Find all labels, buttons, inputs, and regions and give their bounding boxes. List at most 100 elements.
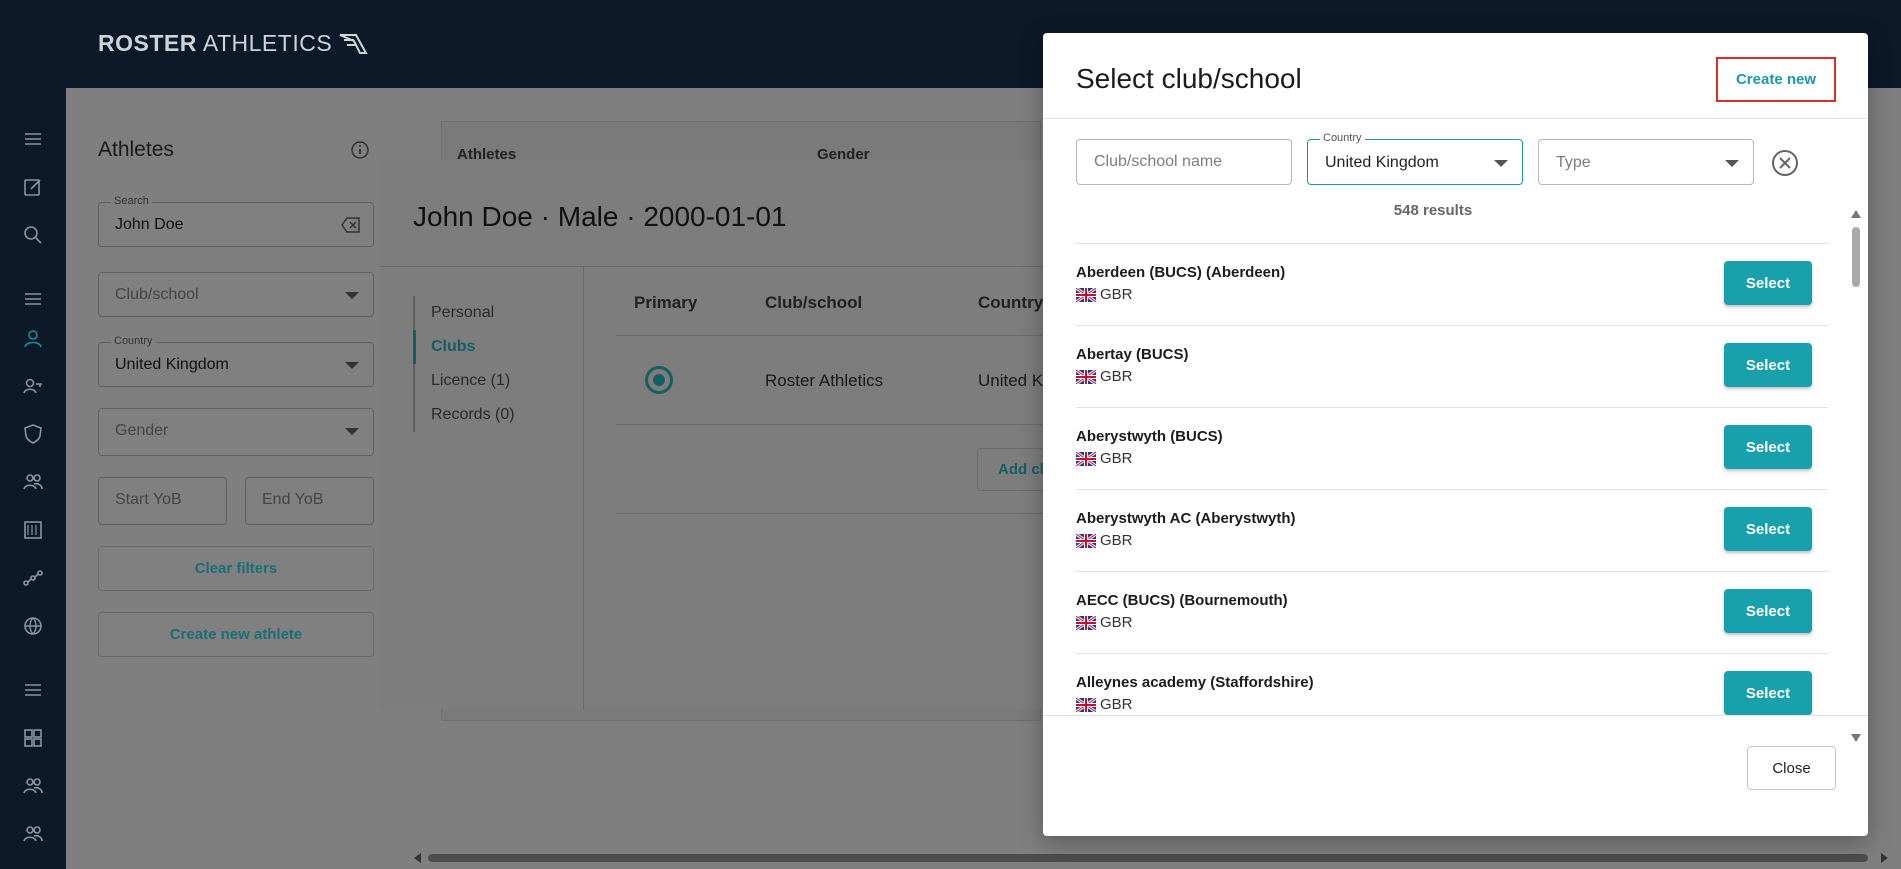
- list-item: Aberystwyth AC (Aberystwyth) GBR Select: [1076, 490, 1828, 572]
- athlete-dialog-header: John Doe · Male · 2000-01-01: [380, 160, 1080, 267]
- group-icon[interactable]: [22, 471, 44, 493]
- uk-flag-icon: [1076, 370, 1096, 384]
- select-button[interactable]: Select: [1724, 671, 1812, 715]
- menu-icon[interactable]: [22, 288, 44, 310]
- club-select[interactable]: Club/school: [98, 272, 374, 317]
- type-select[interactable]: Type: [1538, 139, 1754, 185]
- arrow-up-icon[interactable]: [1851, 210, 1861, 218]
- modal-title: Select club/school: [1076, 63, 1302, 94]
- arrow-right-icon[interactable]: [1881, 853, 1888, 863]
- country-code: GBR: [1100, 696, 1133, 713]
- country-select[interactable]: Country United Kingdom: [1307, 132, 1523, 185]
- divider: [616, 513, 1080, 514]
- country-select[interactable]: Country United Kingdom: [98, 335, 374, 387]
- uk-flag-icon: [1076, 288, 1096, 302]
- clear-filters-icon[interactable]: [1771, 149, 1799, 177]
- select-button[interactable]: Select: [1724, 425, 1812, 469]
- edit-icon[interactable]: [22, 176, 44, 198]
- country-cell: United Ki: [978, 371, 1047, 390]
- search-input[interactable]: Search John Doe: [98, 195, 374, 247]
- club-name: Aberdeen (BUCS) (Aberdeen): [1076, 264, 1286, 281]
- country-code: GBR: [1100, 450, 1133, 467]
- uk-flag-icon: [1076, 534, 1096, 548]
- calendar-icon[interactable]: [22, 519, 44, 541]
- uk-flag-icon: [1076, 452, 1096, 466]
- results-count: 548 results: [1393, 202, 1473, 219]
- list-item: AECC (BUCS) (Bournemouth) GBR Select: [1076, 572, 1828, 654]
- select-button[interactable]: Select: [1724, 343, 1812, 387]
- uk-flag-icon: [1076, 616, 1096, 630]
- club-name-field[interactable]: [1077, 140, 1291, 184]
- uk-flag-icon: [1076, 698, 1096, 712]
- close-button[interactable]: Close: [1747, 746, 1836, 790]
- create-new-button[interactable]: Create new: [1716, 57, 1836, 102]
- club-name: Aberystwyth (BUCS): [1076, 428, 1223, 445]
- info-icon[interactable]: [350, 140, 370, 160]
- primary-radio[interactable]: [645, 366, 673, 394]
- tab-personal[interactable]: Personal: [415, 296, 563, 330]
- divider: [1043, 715, 1868, 716]
- user-key-icon[interactable]: [22, 375, 44, 397]
- club-name: Aberystwyth AC (Aberystwyth): [1076, 510, 1296, 527]
- club-name-input[interactable]: [1076, 139, 1292, 185]
- end-yob-input[interactable]: End YoB: [245, 477, 374, 525]
- group-icon[interactable]: [22, 823, 44, 845]
- person-icon[interactable]: [22, 328, 44, 350]
- column-primary: Primary: [634, 293, 698, 312]
- tab-records[interactable]: Records (0): [415, 398, 563, 432]
- divider: [616, 424, 1080, 425]
- divider: [616, 335, 1080, 336]
- group-icon[interactable]: [22, 775, 44, 797]
- shield-icon[interactable]: [22, 423, 44, 445]
- panel-title: Athletes: [98, 138, 174, 161]
- select-button[interactable]: Select: [1724, 261, 1812, 305]
- menu-icon[interactable]: [22, 128, 44, 150]
- app-logo[interactable]: ROSTER ATHLETICS: [98, 30, 368, 57]
- tab-clubs[interactable]: Clubs: [413, 330, 563, 364]
- horizontal-scrollbar[interactable]: [412, 852, 1890, 864]
- select-button[interactable]: Select: [1724, 589, 1812, 633]
- list-item: Alleynes academy (Staffordshire) GBR Sel…: [1076, 654, 1828, 715]
- chevron-down-icon: [1494, 160, 1508, 167]
- arrow-down-icon[interactable]: [1851, 734, 1861, 742]
- scrollbar-thumb[interactable]: [1852, 227, 1860, 287]
- search-icon[interactable]: [22, 224, 44, 246]
- create-athlete-button[interactable]: Create new athlete: [98, 612, 374, 657]
- club-cell: Roster Athletics: [765, 371, 884, 390]
- wing-icon: [339, 33, 368, 54]
- chevron-down-icon: [1725, 160, 1739, 167]
- athlete-dialog: John Doe · Male · 2000-01-01 Personal Cl…: [380, 160, 1080, 709]
- chevron-down-icon: [345, 292, 359, 299]
- country-code: GBR: [1100, 614, 1133, 631]
- athlete-dialog-title: John Doe · Male · 2000-01-01: [413, 201, 787, 232]
- select-button[interactable]: Select: [1724, 507, 1812, 551]
- modal-header: Select club/school Create new: [1043, 33, 1868, 119]
- list-item: Abertay (BUCS) GBR Select: [1076, 326, 1828, 408]
- scrollbar-thumb[interactable]: [428, 854, 1868, 862]
- country-code: GBR: [1100, 532, 1133, 549]
- clear-filters-button[interactable]: Clear filters: [98, 546, 374, 591]
- route-icon[interactable]: [22, 567, 44, 589]
- list-item: Aberystwyth (BUCS) GBR Select: [1076, 408, 1828, 490]
- start-yob-input[interactable]: Start YoB: [98, 477, 227, 525]
- list-item: Aberdeen (BUCS) (Aberdeen) GBR Select: [1076, 244, 1828, 326]
- country-code: GBR: [1100, 286, 1133, 303]
- club-name: Alleynes academy (Staffordshire): [1076, 674, 1314, 691]
- column-club: Club/school: [765, 293, 863, 312]
- sidebar: [0, 88, 66, 869]
- club-name: AECC (BUCS) (Bournemouth): [1076, 592, 1288, 609]
- athlete-dialog-nav: Personal Clubs Licence (1) Records (0): [413, 296, 563, 432]
- club-name: Abertay (BUCS): [1076, 346, 1189, 363]
- gender-select[interactable]: Gender: [98, 408, 374, 456]
- vertical-scrollbar[interactable]: [1850, 207, 1862, 743]
- globe-icon[interactable]: [22, 615, 44, 637]
- country-code: GBR: [1100, 368, 1133, 385]
- grid-icon[interactable]: [22, 727, 44, 749]
- clear-search-icon[interactable]: [341, 216, 361, 234]
- chevron-down-icon: [345, 362, 359, 369]
- arrow-left-icon[interactable]: [414, 853, 421, 863]
- select-club-modal: Select club/school Create new Country Un…: [1043, 33, 1868, 836]
- divider: [583, 267, 584, 709]
- menu-icon[interactable]: [22, 679, 44, 701]
- tab-licence[interactable]: Licence (1): [415, 364, 563, 398]
